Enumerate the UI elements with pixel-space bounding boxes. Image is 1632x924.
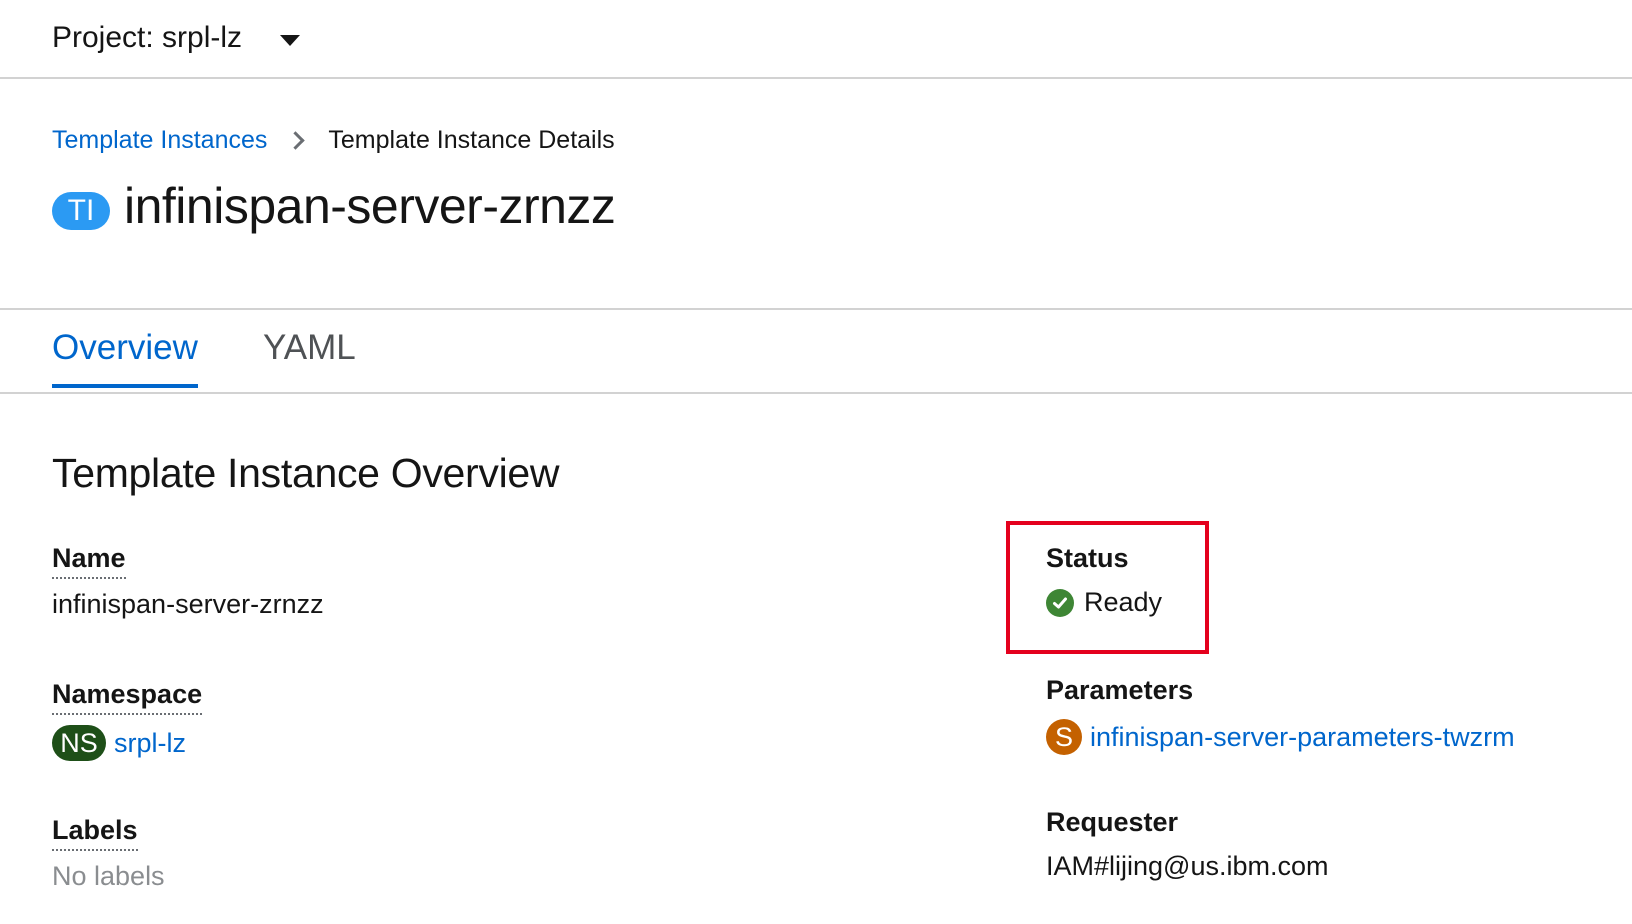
parameters-label: Parameters <box>1046 675 1194 705</box>
parameters-value: S infinispan-server-parameters-twzrm <box>1046 719 1515 755</box>
parameters-link[interactable]: infinispan-server-parameters-twzrm <box>1090 722 1515 753</box>
labels-value: No labels <box>52 861 165 891</box>
name-label[interactable]: Name <box>52 543 126 579</box>
project-selector-dropdown[interactable]: Project: srpl-lz <box>52 16 301 60</box>
project-label: Project: srpl-lz <box>52 21 243 54</box>
labels-label[interactable]: Labels <box>52 815 138 851</box>
name-value: infinispan-server-zrnzz <box>52 589 324 619</box>
section-title: Template Instance Overview <box>52 450 560 496</box>
labels-field: Labels No labels <box>52 815 165 892</box>
namespace-label[interactable]: Namespace <box>52 679 203 715</box>
status-label: Status <box>1046 543 1129 573</box>
breadcrumb-template-instances-link[interactable]: Template Instances <box>52 126 267 155</box>
namespace-field: Namespace NS srpl-lz <box>52 679 203 761</box>
page: Project: srpl-lz Template Instances Temp… <box>0 0 1632 924</box>
breadcrumb: Template Instances Template Instance Det… <box>52 120 615 160</box>
parameters-field: Parameters S infinispan-server-parameter… <box>1046 675 1515 755</box>
requester-label: Requester <box>1046 807 1179 837</box>
page-header: TI infinispan-server-zrnzz <box>52 176 616 236</box>
project-bar: Project: srpl-lz <box>0 0 1632 79</box>
template-instance-badge: TI <box>52 192 110 230</box>
page-title: infinispan-server-zrnzz <box>124 178 616 234</box>
namespace-link[interactable]: srpl-lz <box>114 728 186 759</box>
name-field: Name infinispan-server-zrnzz <box>52 543 324 620</box>
tab-yaml[interactable]: YAML <box>263 328 356 388</box>
check-circle-icon <box>1046 588 1074 617</box>
status-field: Status Ready <box>1046 543 1162 618</box>
chevron-right-icon <box>286 130 306 150</box>
namespace-value: NS srpl-lz <box>52 725 202 761</box>
status-text: Ready <box>1084 587 1163 617</box>
requester-value: IAM#lijing@us.ibm.com <box>1046 851 1329 881</box>
secret-badge: S <box>1046 719 1082 755</box>
tab-overview[interactable]: Overview <box>52 328 198 388</box>
namespace-badge: NS <box>52 725 106 761</box>
requester-field: Requester IAM#lijing@us.ibm.com <box>1046 807 1329 882</box>
status-value: Ready <box>1046 587 1162 618</box>
breadcrumb-current: Template Instance Details <box>328 125 615 154</box>
caret-down-icon <box>280 34 301 46</box>
tabs-bar: Overview YAML <box>0 308 1632 394</box>
